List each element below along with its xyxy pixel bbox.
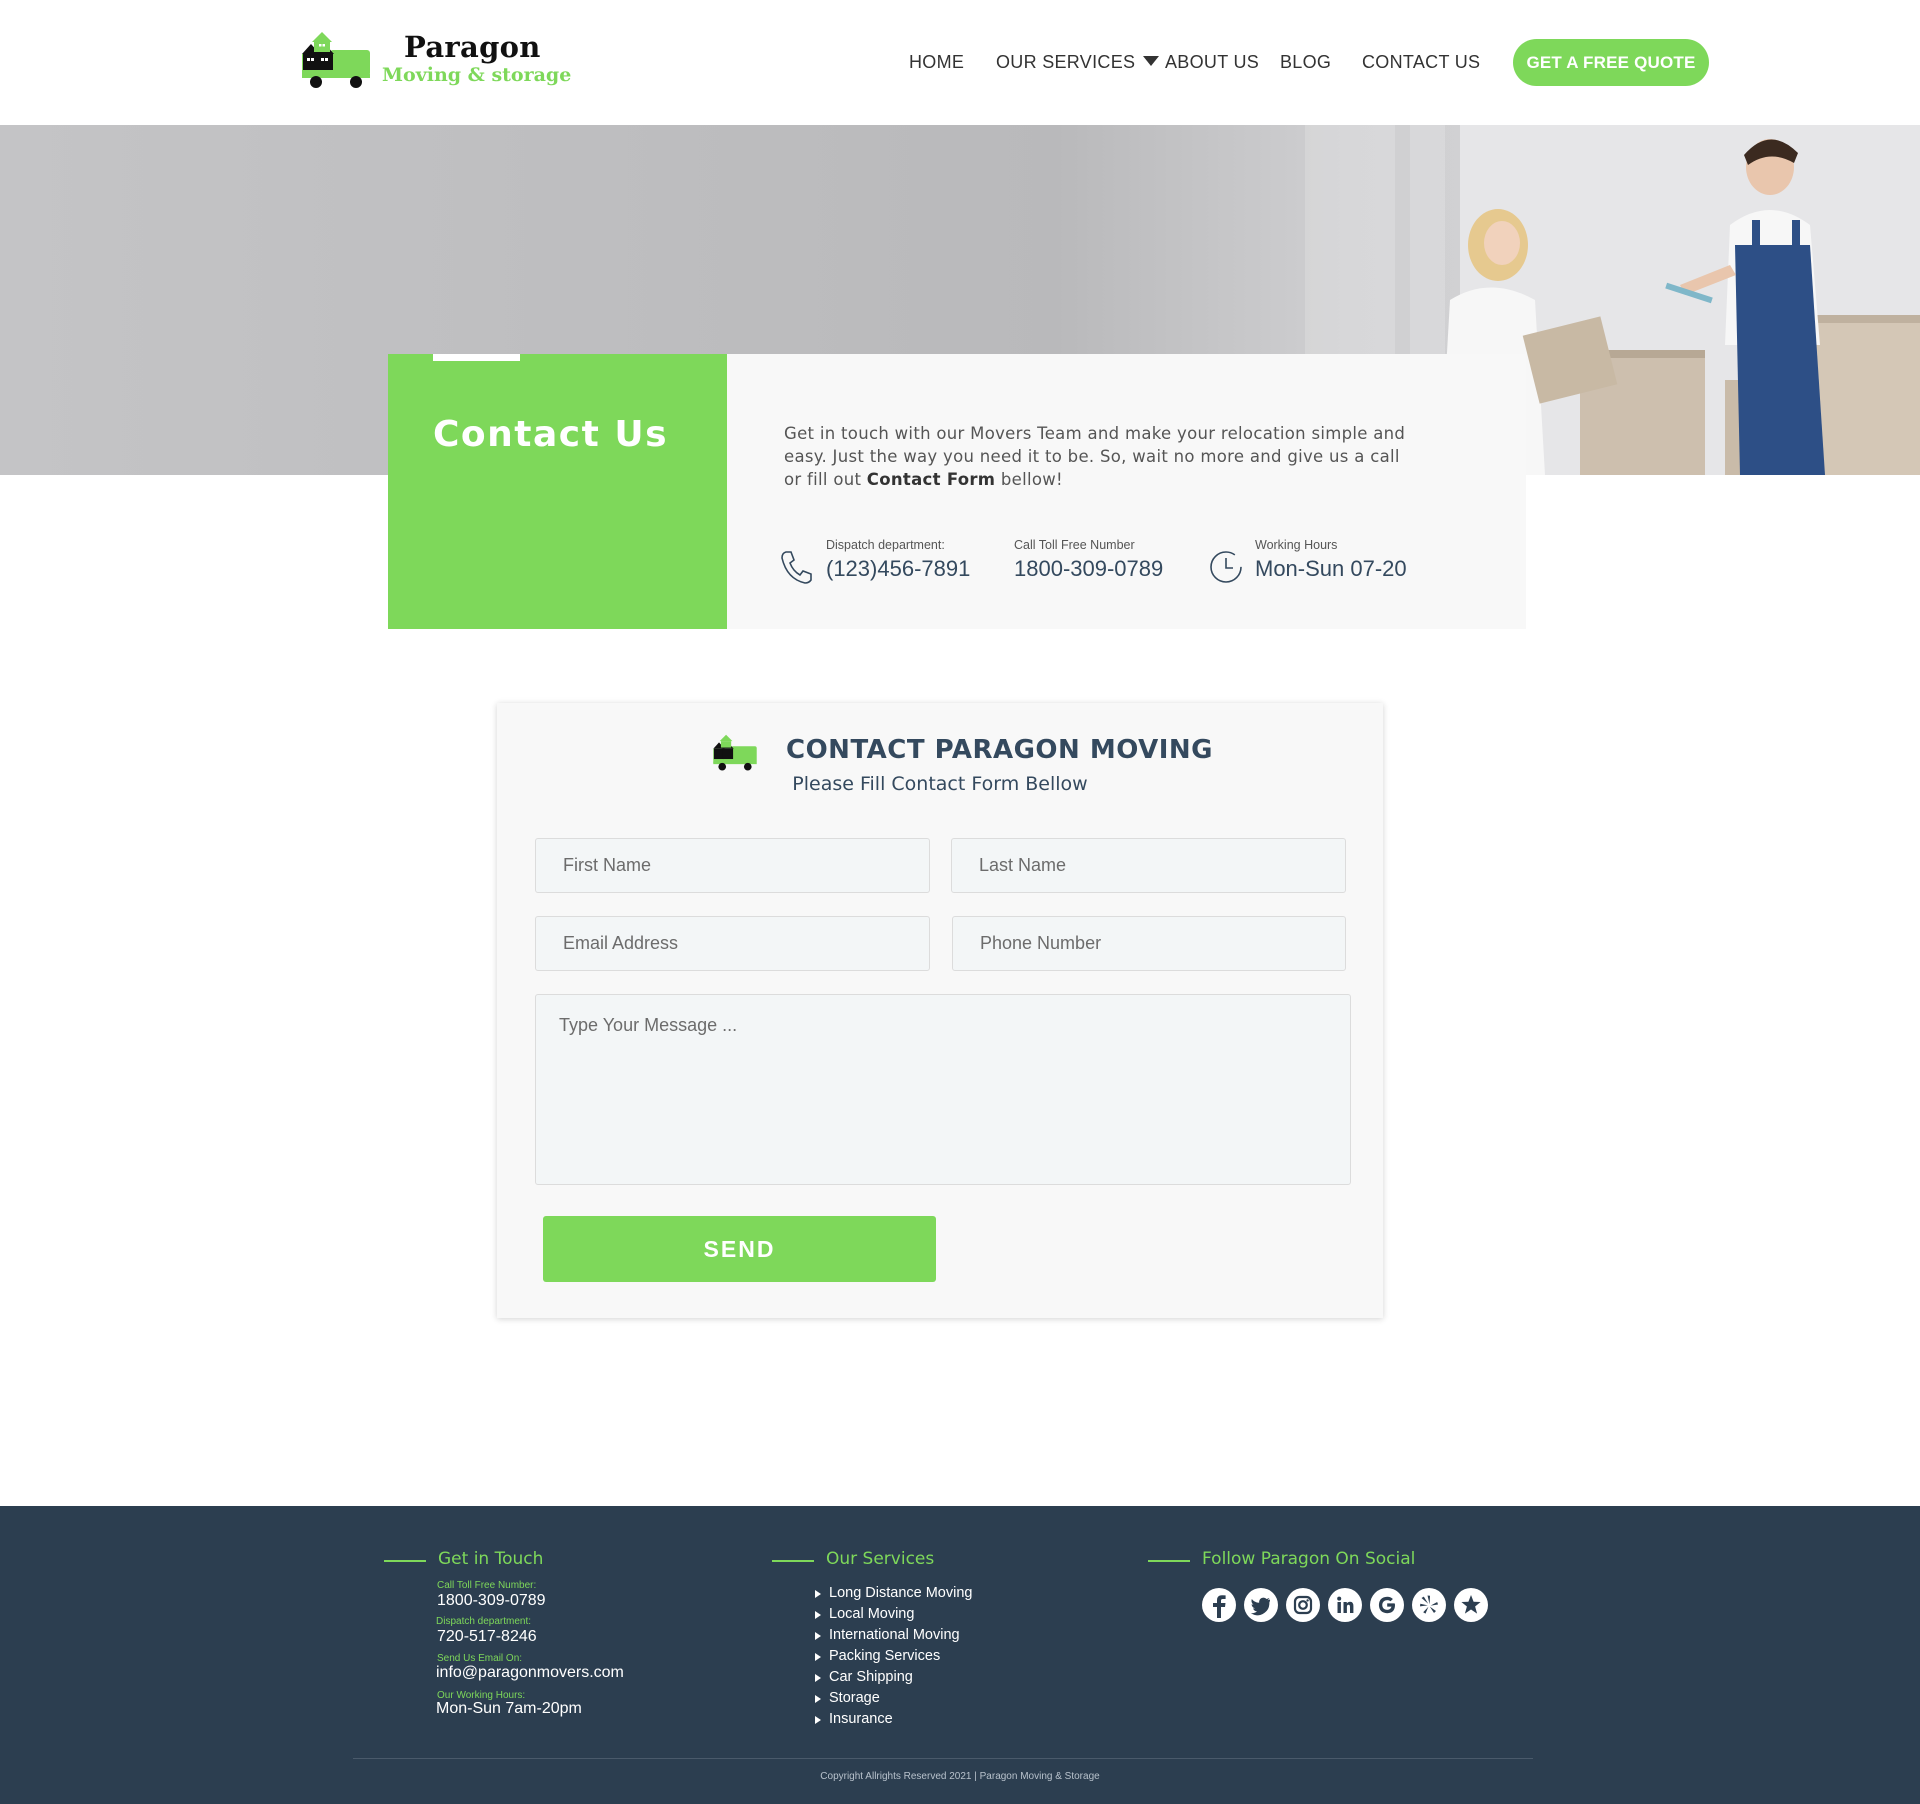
site-footer: Get in Touch Call Toll Free Number: 1800…	[0, 1506, 1920, 1804]
send-button[interactable]: SEND	[543, 1216, 936, 1282]
footer-email-link[interactable]: info@paragonmovers.com	[436, 1664, 624, 1682]
accent-bar	[433, 354, 520, 361]
nav-blog[interactable]: BLOG	[1280, 52, 1331, 73]
form-subtitle: Please Fill Contact Form Bellow	[792, 773, 1088, 795]
logo-subtitle: Moving & storage	[382, 64, 572, 86]
contact-form-card: CONTACT PARAGON MOVING Please Fill Conta…	[497, 703, 1383, 1318]
footer-heading-social: Follow Paragon On Social	[1148, 1549, 1416, 1569]
copyright-text: Copyright Allrights Reserved 2021 | Para…	[820, 1771, 1100, 1782]
contact-banner-green-panel: Contact Us	[388, 354, 727, 629]
nav-contact-us[interactable]: CONTACT US	[1362, 52, 1480, 73]
google-icon[interactable]	[1370, 1588, 1404, 1622]
toll-free-phone-link[interactable]: 1800-309-0789	[1014, 556, 1163, 582]
page-title: Contact Us	[433, 414, 669, 455]
footer-toll-label: Call Toll Free Number:	[437, 1580, 537, 1591]
dispatch-label: Dispatch department:	[826, 538, 945, 552]
footer-toll-phone-link[interactable]: 1800-309-0789	[437, 1592, 546, 1610]
footer-service-link[interactable]: International Moving	[815, 1627, 960, 1643]
dispatch-info: Dispatch department: (123)456-7891	[826, 538, 970, 582]
heading-line	[384, 1560, 426, 1562]
twitter-icon[interactable]	[1244, 1588, 1278, 1622]
message-textarea[interactable]	[535, 994, 1351, 1185]
facebook-icon[interactable]	[1202, 1588, 1236, 1622]
linkedin-icon[interactable]	[1328, 1588, 1362, 1622]
contact-intro-text: Get in touch with our Movers Team and ma…	[784, 422, 1414, 491]
nav-about-us[interactable]: ABOUT US	[1165, 52, 1259, 73]
first-name-input[interactable]	[535, 838, 930, 893]
footer-heading-social-text: Follow Paragon On Social	[1202, 1549, 1416, 1569]
footer-heading-get-in-touch: Get in Touch	[384, 1549, 544, 1569]
site-header: Paragon Moving & storage HOME OUR SERVIC…	[0, 0, 1920, 125]
caret-down-icon	[1143, 56, 1160, 66]
footer-service-link[interactable]: Car Shipping	[815, 1669, 913, 1685]
heading-line	[1148, 1560, 1190, 1562]
footer-dispatch-phone-link[interactable]: 720-517-8246	[437, 1628, 537, 1646]
toll-free-info: Call Toll Free Number 1800-309-0789	[1014, 538, 1163, 582]
phone-icon	[781, 551, 812, 584]
last-name-input[interactable]	[951, 838, 1346, 893]
footer-service-link[interactable]: Insurance	[815, 1711, 893, 1727]
intro-text-end: bellow!	[995, 470, 1063, 489]
footer-heading-our-services: Our Services	[772, 1549, 935, 1569]
footer-service-link[interactable]: Local Moving	[814, 1606, 914, 1622]
working-hours-value: Mon-Sun 07-20	[1255, 556, 1407, 581]
dispatch-phone-link[interactable]: (123)456-7891	[826, 556, 970, 582]
star-review-icon[interactable]	[1454, 1588, 1488, 1622]
heading-line	[772, 1560, 814, 1562]
moving-truck-house-icon	[302, 32, 370, 88]
footer-heading-our-services-text: Our Services	[826, 1549, 935, 1569]
yelp-icon[interactable]	[1412, 1588, 1446, 1622]
intro-text-bold: Contact Form	[866, 470, 996, 489]
instagram-icon[interactable]	[1286, 1588, 1320, 1622]
footer-service-link[interactable]: Storage	[815, 1690, 880, 1706]
footer-hours-value: Mon-Sun 7am-20pm	[436, 1700, 582, 1717]
moving-truck-house-icon	[713, 734, 757, 771]
nav-our-services[interactable]: OUR SERVICES	[996, 52, 1160, 73]
nav-home[interactable]: HOME	[909, 52, 964, 73]
site-logo[interactable]: Paragon Moving & storage	[300, 26, 571, 92]
logo-title: Paragon	[404, 30, 541, 64]
phone-input[interactable]	[952, 916, 1346, 971]
footer-service-link[interactable]: Packing Services	[814, 1648, 940, 1664]
nav-our-services-label: OUR SERVICES	[996, 52, 1136, 72]
footer-heading-get-in-touch-text: Get in Touch	[438, 1549, 544, 1569]
toll-free-label: Call Toll Free Number	[1014, 538, 1135, 552]
footer-divider	[353, 1758, 1533, 1759]
footer-dispatch-label: Dispatch department:	[436, 1616, 532, 1627]
form-title: CONTACT PARAGON MOVING	[786, 735, 1214, 765]
clock-icon	[1210, 551, 1242, 583]
working-hours-label: Working Hours	[1255, 538, 1338, 552]
footer-service-link[interactable]: Long Distance Moving	[814, 1585, 972, 1601]
email-input[interactable]	[535, 916, 930, 971]
working-hours-info: Working Hours Mon-Sun 07-20	[1255, 538, 1407, 582]
contact-banner: Contact Us Get in touch with our Movers …	[388, 354, 1526, 629]
get-free-quote-button[interactable]: GET A FREE QUOTE	[1513, 39, 1709, 86]
footer-email-label: Send Us Email On:	[437, 1653, 523, 1664]
